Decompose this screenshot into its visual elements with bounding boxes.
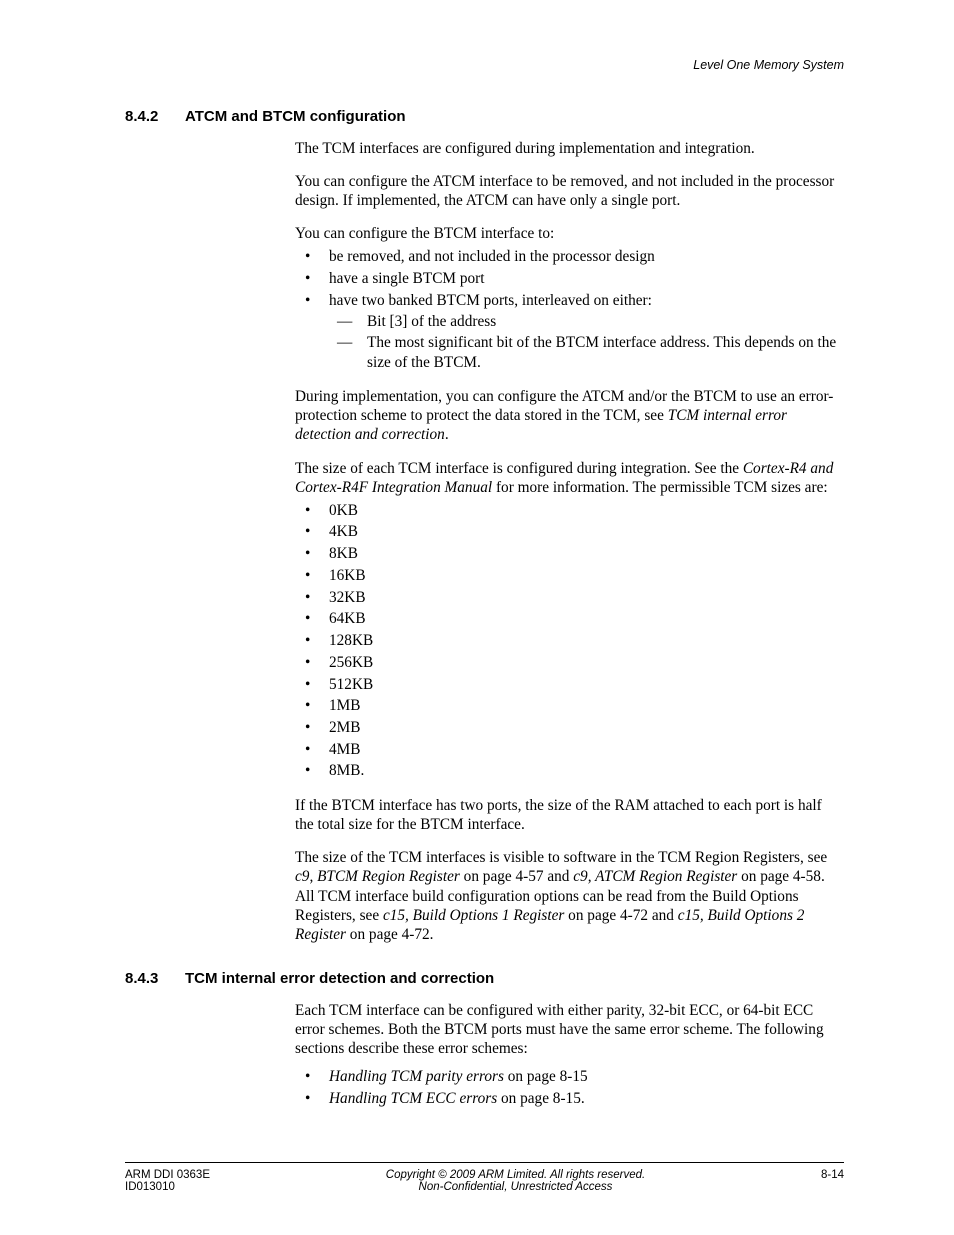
paragraph: You can configure the ATCM interface to … xyxy=(295,172,844,210)
list-item: 2MB xyxy=(329,717,844,739)
text: on page 4-72 and xyxy=(564,907,677,924)
list-item: Handling TCM parity errors on page 8-15 xyxy=(329,1066,844,1088)
section-8-4-3: 8.4.3 TCM internal error detection and c… xyxy=(125,970,844,1110)
list-item: 8KB xyxy=(329,543,844,565)
list-item: 512KB xyxy=(329,674,844,696)
list-item: have a single BTCM port xyxy=(329,268,844,290)
classification: Non-Confidential, Unrestricted Access xyxy=(210,1181,821,1193)
paragraph: You can configure the BTCM interface to: xyxy=(295,224,844,243)
section-8-4-2: 8.4.2 ATCM and BTCM configuration The TC… xyxy=(125,108,844,944)
list-item: 16KB xyxy=(329,565,844,587)
text: on page 8-15. xyxy=(497,1090,585,1107)
xref: c9, BTCM Region Register xyxy=(295,868,460,885)
list-item: Bit [3] of the address xyxy=(367,312,844,332)
text: The size of the TCM interfaces is visibl… xyxy=(295,849,827,866)
text: on page 4-57 and xyxy=(460,868,573,885)
text: on page 8-15 xyxy=(504,1068,588,1085)
bullet-list: Handling TCM parity errors on page 8-15 … xyxy=(295,1066,844,1109)
list-item: 0KB xyxy=(329,500,844,522)
list-item: be removed, and not included in the proc… xyxy=(329,246,844,268)
text: for more information. The permissible TC… xyxy=(492,479,827,496)
list-item: 4MB xyxy=(329,739,844,761)
xref: c15, Build Options 1 Register xyxy=(383,907,564,924)
doc-rev: ID013010 xyxy=(125,1181,210,1193)
list-item: 1MB xyxy=(329,695,844,717)
text: . xyxy=(445,426,449,443)
copyright: Copyright © 2009 ARM Limited. All rights… xyxy=(210,1169,821,1181)
page: Level One Memory System 8.4.2 ATCM and B… xyxy=(0,0,954,1235)
text: on page 4-72. xyxy=(346,926,434,943)
bullet-list: be removed, and not included in the proc… xyxy=(295,246,844,373)
list-item: 256KB xyxy=(329,652,844,674)
running-header: Level One Memory System xyxy=(125,58,844,72)
page-footer: ARM DDI 0363E ID013010 Copyright © 2009 … xyxy=(125,1162,844,1193)
list-item: The most significant bit of the BTCM int… xyxy=(367,333,844,373)
list-item: 4KB xyxy=(329,521,844,543)
section-title: ATCM and BTCM configuration xyxy=(185,108,406,125)
xref: c9, ATCM Region Register xyxy=(573,868,737,885)
paragraph: Each TCM interface can be configured wit… xyxy=(295,1001,844,1058)
list-item: 128KB xyxy=(329,630,844,652)
list-item: 32KB xyxy=(329,587,844,609)
list-item: 8MB. xyxy=(329,760,844,782)
page-number: 8-14 xyxy=(821,1169,844,1181)
paragraph: The TCM interfaces are configured during… xyxy=(295,139,844,158)
list-item-text: have two banked BTCM ports, interleaved … xyxy=(329,292,652,309)
section-title: TCM internal error detection and correct… xyxy=(185,970,494,987)
xref: Handling TCM parity errors xyxy=(329,1068,504,1085)
sub-bullet-list: Bit [3] of the address The most signific… xyxy=(329,312,844,374)
list-item: Handling TCM ECC errors on page 8-15. xyxy=(329,1088,844,1110)
section-number: 8.4.2 xyxy=(125,108,185,125)
section-number: 8.4.3 xyxy=(125,970,185,987)
footer-rule xyxy=(125,1162,844,1163)
doc-id: ARM DDI 0363E xyxy=(125,1169,210,1181)
sizes-list: 0KB 4KB 8KB 16KB 32KB 64KB 128KB 256KB 5… xyxy=(295,500,844,782)
paragraph: During implementation, you can configure… xyxy=(295,387,844,444)
list-item: 64KB xyxy=(329,608,844,630)
xref: Handling TCM ECC errors xyxy=(329,1090,497,1107)
paragraph: If the BTCM interface has two ports, the… xyxy=(295,796,844,834)
paragraph: The size of the TCM interfaces is visibl… xyxy=(295,848,844,944)
paragraph: The size of each TCM interface is config… xyxy=(295,459,844,497)
text: The size of each TCM interface is config… xyxy=(295,460,743,477)
list-item: have two banked BTCM ports, interleaved … xyxy=(329,290,844,373)
